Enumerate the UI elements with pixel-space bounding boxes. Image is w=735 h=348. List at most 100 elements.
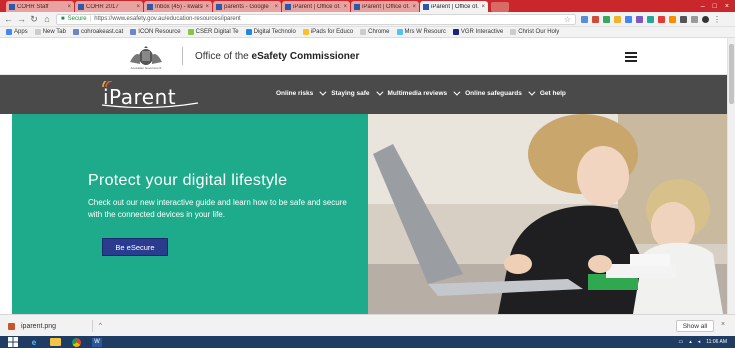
browser-tab[interactable]: Inbox (45) - kwalsh × <box>144 1 212 12</box>
chrome-menu-icon[interactable]: ⋮ <box>713 15 721 24</box>
extension-icon[interactable] <box>625 15 632 23</box>
tab-favicon-icon <box>78 3 84 10</box>
bookmark-item[interactable]: ICON Resource <box>130 29 181 35</box>
maximize-icon[interactable]: □ <box>713 3 717 10</box>
nav-staying-safe[interactable]: Staying safe <box>331 88 383 97</box>
extension-icon[interactable] <box>658 15 665 23</box>
nav-online-safeguards[interactable]: Online safeguards <box>465 88 536 97</box>
internet-explorer-icon[interactable]: e <box>27 337 41 347</box>
nav-get-help[interactable]: Get help <box>540 90 566 97</box>
extension-icon[interactable] <box>603 15 610 23</box>
extension-icon[interactable] <box>691 15 698 23</box>
tab-close-icon[interactable]: × <box>205 4 209 10</box>
bookmark-apps[interactable]: Apps <box>6 29 28 35</box>
secure-label: Secure <box>67 16 87 22</box>
page-icon <box>360 29 367 35</box>
page-scrollbar[interactable] <box>727 38 735 314</box>
new-tab-button[interactable] <box>491 2 509 12</box>
browser-tab[interactable]: iParent | Office of... × <box>282 1 350 12</box>
file-explorer-icon[interactable] <box>48 337 62 347</box>
extension-icon[interactable] <box>669 15 676 23</box>
forward-arrow-icon[interactable]: → <box>17 14 26 24</box>
bookmark-item[interactable]: Christ Our Holy <box>510 29 559 35</box>
show-all-button[interactable]: Show all <box>676 320 714 332</box>
lock-icon: ■ <box>61 16 65 22</box>
tab-close-icon[interactable]: × <box>412 4 416 10</box>
nav-online-risks[interactable]: Online risks <box>276 88 327 97</box>
tab-close-icon[interactable]: × <box>481 4 485 10</box>
close-downloads-icon[interactable]: × <box>721 321 725 328</box>
hero-photo <box>368 114 727 314</box>
tab-close-icon[interactable]: × <box>67 4 71 10</box>
nav-multimedia-reviews[interactable]: Multimedia reviews <box>388 88 461 97</box>
windows-taskbar: e W ▭ ▴ ◂ 11:06 AM <box>0 336 735 348</box>
tab-close-icon[interactable]: × <box>136 4 140 10</box>
word-icon[interactable]: W <box>90 337 104 347</box>
extension-icon[interactable] <box>647 15 654 23</box>
tab-favicon-icon <box>216 3 222 10</box>
close-window-icon[interactable]: × <box>725 3 729 10</box>
caret-up-icon[interactable]: ^ <box>99 323 102 329</box>
window-controls: – □ × <box>701 0 735 12</box>
org-name[interactable]: Office of the eSafety Commissioner <box>195 51 359 62</box>
browser-tab[interactable]: parents - Google × <box>213 1 281 12</box>
hero-body: Check out our new interactive guide and … <box>88 198 347 219</box>
bookmark-item[interactable]: Digital Technolo <box>245 29 296 35</box>
bookmark-favicon-icon <box>130 29 137 35</box>
tab-favicon-icon <box>147 3 153 10</box>
address-divider: | <box>89 16 92 22</box>
bookmark-item[interactable]: iPads for Educo <box>302 29 353 35</box>
network-icon[interactable]: ▴ <box>689 339 692 345</box>
chevron-down-icon <box>453 88 461 96</box>
bookmark-item[interactable]: Chrome <box>360 29 390 35</box>
extension-icon[interactable] <box>614 15 621 23</box>
browser-tab[interactable]: iParent | Office of... × <box>351 1 419 12</box>
reload-icon[interactable]: ↻ <box>30 14 38 25</box>
extension-icon[interactable] <box>581 15 588 23</box>
minimize-icon[interactable]: – <box>701 3 705 10</box>
drive-icon <box>245 29 252 35</box>
bookmark-item[interactable]: VGR Interactive <box>452 29 503 35</box>
bookmark-favicon-icon <box>187 29 194 35</box>
download-divider <box>92 320 94 332</box>
profile-icon[interactable] <box>702 15 709 23</box>
back-arrow-icon[interactable]: ← <box>4 14 13 24</box>
iparent-nav: iParent Online risks Staying safe Multim… <box>0 75 735 114</box>
browser-tab-active[interactable]: iParent | Office of... × <box>420 1 488 12</box>
tab-favicon-icon <box>9 3 15 10</box>
volume-icon[interactable]: ◂ <box>698 339 701 345</box>
extension-icon[interactable] <box>680 15 687 23</box>
tab-close-icon[interactable]: × <box>274 4 278 10</box>
chrome-icon[interactable] <box>69 337 83 347</box>
clock-time[interactable]: 11:06 AM <box>706 339 727 345</box>
bookmark-item[interactable]: cohroakeast.cat <box>72 29 123 35</box>
image-file-icon <box>8 322 15 330</box>
page-icon <box>34 29 41 35</box>
browser-tab[interactable]: COHR 2017 × <box>75 1 143 12</box>
hamburger-menu-icon[interactable] <box>625 52 637 62</box>
bookmark-favicon-icon <box>396 29 403 35</box>
extensions-row: ⋮ <box>581 15 721 24</box>
bookmark-item[interactable]: CSER Digital Te <box>187 29 239 35</box>
address-bar[interactable]: ■ Secure | https://www.esafety.gov.au/ed… <box>56 13 576 25</box>
be-esecure-button[interactable]: Be eSecure <box>102 238 168 256</box>
bookmark-favicon-icon <box>72 29 79 35</box>
windows-start-icon[interactable] <box>6 337 20 347</box>
bookmark-star-icon[interactable]: ☆ <box>564 15 571 24</box>
page-icon <box>510 29 517 35</box>
home-icon[interactable]: ⌂ <box>43 14 51 24</box>
keyboard-icon[interactable]: ▭ <box>678 339 683 345</box>
scrollbar-thumb[interactable] <box>729 44 734 104</box>
nav-menu: Online risks Staying safe Multimedia rev… <box>276 88 566 97</box>
chevron-down-icon <box>528 88 536 96</box>
tab-close-icon[interactable]: × <box>343 4 347 10</box>
browser-tab[interactable]: COHR Staff × <box>6 1 74 12</box>
coat-of-arms-icon[interactable] <box>120 46 172 68</box>
chevron-down-icon <box>375 88 383 96</box>
bookmark-item[interactable]: Mrs W Resourc <box>396 29 446 35</box>
download-item[interactable]: iparent.png ^ <box>8 320 102 332</box>
bookmark-item[interactable]: New Tab <box>34 29 66 35</box>
extension-icon[interactable] <box>592 15 599 23</box>
extension-icon[interactable] <box>636 15 643 23</box>
header-divider <box>182 47 183 65</box>
